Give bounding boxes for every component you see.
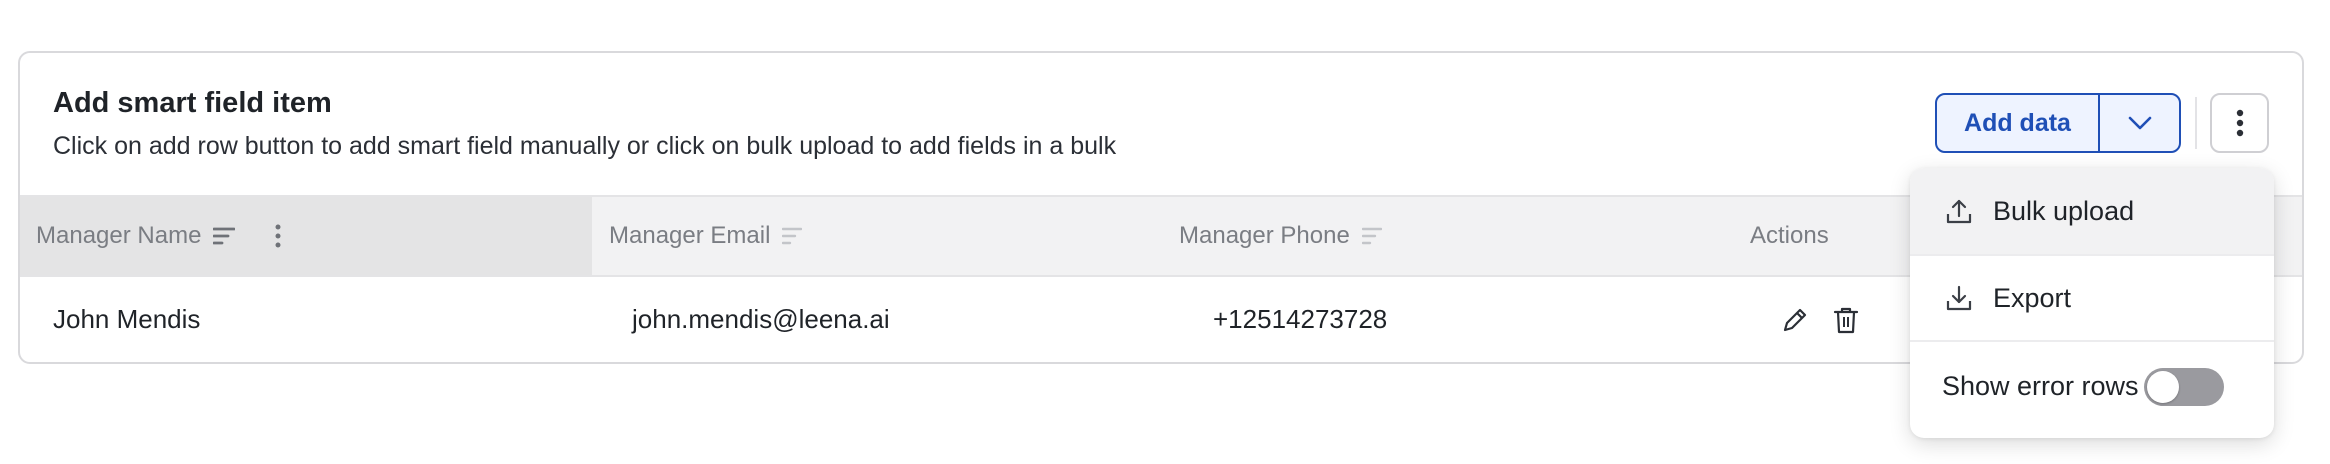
chevron-down-icon — [2128, 116, 2151, 130]
column-label: Manager Name — [36, 222, 202, 249]
menu-item-label: Export — [1993, 282, 2072, 313]
menu-item-bulk-upload[interactable]: Bulk upload — [1910, 168, 2274, 254]
add-data-dropdown-menu: Bulk upload Export Show error rows — [1910, 168, 2274, 438]
show-error-rows-toggle[interactable] — [2143, 367, 2224, 406]
sort-icon[interactable] — [213, 227, 236, 245]
delete-icon[interactable] — [1832, 305, 1860, 335]
toggle-knob — [2146, 370, 2179, 403]
add-data-dropdown-toggle[interactable] — [2100, 95, 2179, 151]
menu-item-label: Bulk upload — [1993, 195, 2135, 226]
column-menu-icon[interactable] — [275, 224, 281, 248]
row-actions — [1780, 277, 1860, 362]
column-header-manager-email[interactable]: Manager Email — [609, 197, 803, 275]
more-options-button[interactable] — [2210, 93, 2269, 153]
column-label: Manager Email — [609, 222, 771, 249]
download-icon — [1946, 285, 1972, 311]
card-title: Add smart field item — [53, 87, 332, 119]
column-header-manager-name[interactable]: Manager Name — [20, 197, 592, 275]
kebab-vertical-icon — [2236, 109, 2243, 137]
cell-manager-name: John Mendis — [53, 304, 201, 334]
column-label: Actions — [1750, 222, 1829, 249]
sort-icon[interactable] — [782, 227, 803, 245]
cell-manager-phone: +12514273728 — [1213, 304, 1388, 334]
edit-icon[interactable] — [1780, 305, 1810, 335]
menu-item-export[interactable]: Export — [1910, 256, 2274, 340]
column-header-actions: Actions — [1750, 197, 1841, 275]
show-error-rows-row: Show error rows — [1910, 341, 2274, 432]
add-data-split-button: Add data — [1935, 93, 2181, 153]
column-header-manager-phone[interactable]: Manager Phone — [1179, 197, 1382, 275]
toolbar-divider — [2195, 97, 2197, 149]
add-data-button[interactable]: Add data — [1937, 95, 2100, 151]
upload-icon — [1946, 199, 1972, 224]
show-error-rows-label: Show error rows — [1942, 371, 2139, 401]
sort-icon[interactable] — [1361, 227, 1382, 245]
card-subtitle: Click on add row button to add smart fie… — [53, 132, 1117, 160]
cell-manager-email: john.mendis@leena.ai — [632, 304, 890, 334]
column-label: Manager Phone — [1179, 222, 1350, 249]
